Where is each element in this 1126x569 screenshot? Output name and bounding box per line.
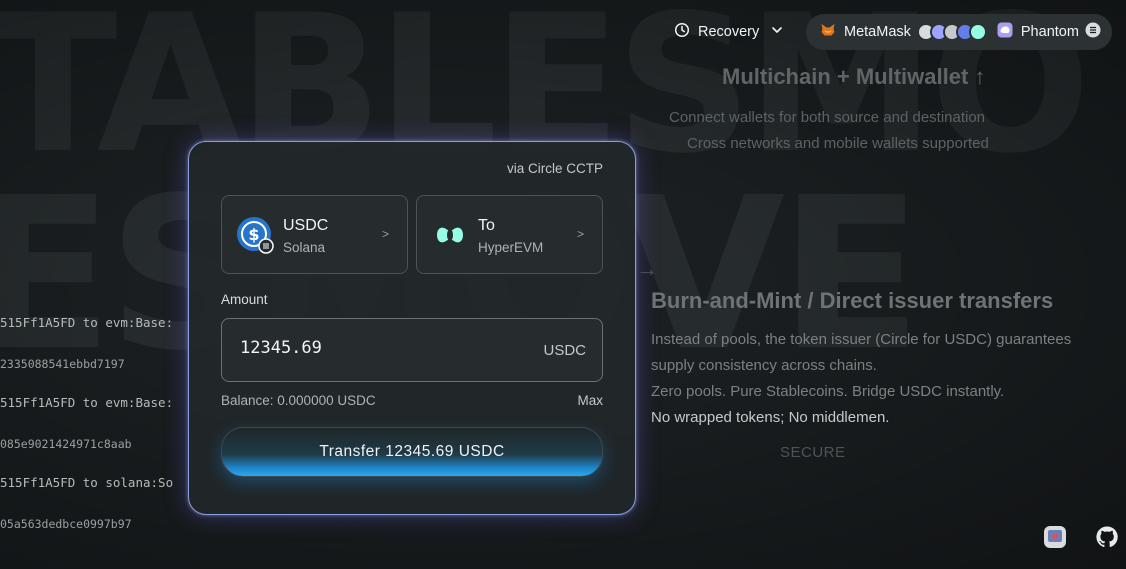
chevron-down-icon	[771, 24, 783, 40]
wallet-metamask-button[interactable]: MetaMask	[844, 24, 911, 40]
svg-text:$: $	[248, 225, 259, 244]
burn-mint-line: supply consistency across chains.	[651, 357, 877, 374]
solana-chain-icon	[1085, 22, 1101, 42]
metamask-chain-icons	[916, 23, 987, 41]
secure-label: SECURE	[780, 444, 846, 461]
max-button[interactable]: Max	[577, 393, 603, 408]
wallet-phantom-button[interactable]: Phantom	[1021, 24, 1079, 40]
destination-network-name: HyperEVM	[478, 240, 544, 255]
via-provider-label: via Circle CCTP	[506, 161, 603, 176]
clock-history-icon	[674, 22, 690, 42]
wallet-connections: MetaMask Phantom	[806, 14, 1112, 50]
log-line: 515Ff1A5FD to evm:Base:	[0, 395, 174, 410]
balance-text: Balance: 0.000000 USDC	[221, 393, 376, 408]
arrow-right-icon: →	[636, 256, 658, 281]
log-line: 515Ff1A5FD to evm:Base:	[0, 315, 174, 330]
chain-icon	[968, 23, 987, 41]
amount-input[interactable]	[238, 337, 522, 359]
source-token-name: USDC	[283, 217, 329, 234]
destination-chain-selector[interactable]: To HyperEVM >	[416, 195, 603, 274]
log-line: 2335088541ebbd7197	[0, 357, 125, 371]
amount-unit: USDC	[543, 342, 586, 359]
usdc-icon: $	[236, 216, 276, 261]
sponsor-heart-icon[interactable]	[1043, 525, 1067, 549]
burn-mint-title: Burn-and-Mint / Direct issuer transfers	[651, 288, 1054, 313]
recovery-label: Recovery	[698, 24, 760, 40]
burn-mint-line: Zero pools. Pure Stablecoins. Bridge USD…	[651, 383, 1005, 400]
log-line: 05a563dedbce0997b97	[0, 517, 132, 531]
amount-label: Amount	[221, 292, 268, 307]
hyperevm-icon	[435, 222, 465, 253]
source-token-selector[interactable]: $ USDC Solana >	[221, 195, 408, 274]
chevron-right-icon: >	[381, 227, 389, 241]
log-line: 515Ff1A5FD to solana:So	[0, 475, 174, 490]
burn-mint-line: Instead of pools, the token issuer (Circ…	[651, 331, 1072, 348]
transfer-button-label: Transfer 12345.69 USDC	[319, 443, 505, 460]
amount-field: USDC	[221, 318, 603, 382]
github-icon[interactable]	[1095, 525, 1119, 549]
transfer-button[interactable]: Transfer 12345.69 USDC	[221, 427, 603, 477]
source-network-name: Solana	[283, 240, 326, 255]
multichain-title: Multichain + Multiwallet ↑	[722, 64, 986, 89]
bridge-card: via Circle CCTP $ USDC Solana > To Hyper…	[188, 141, 636, 515]
destination-label: To	[478, 217, 495, 234]
phantom-ghost-icon	[997, 22, 1013, 42]
burn-mint-line: No wrapped tokens; No middlemen.	[651, 409, 890, 426]
multichain-line: Cross networks and mobile wallets suppor…	[687, 135, 989, 152]
recovery-dropdown[interactable]: Recovery	[674, 20, 783, 44]
chevron-right-icon: >	[576, 227, 584, 241]
log-line: 085e9021424971c8aab	[0, 437, 132, 451]
metamask-fox-icon	[820, 22, 836, 42]
multichain-line: Connect wallets for both source and dest…	[669, 109, 986, 126]
